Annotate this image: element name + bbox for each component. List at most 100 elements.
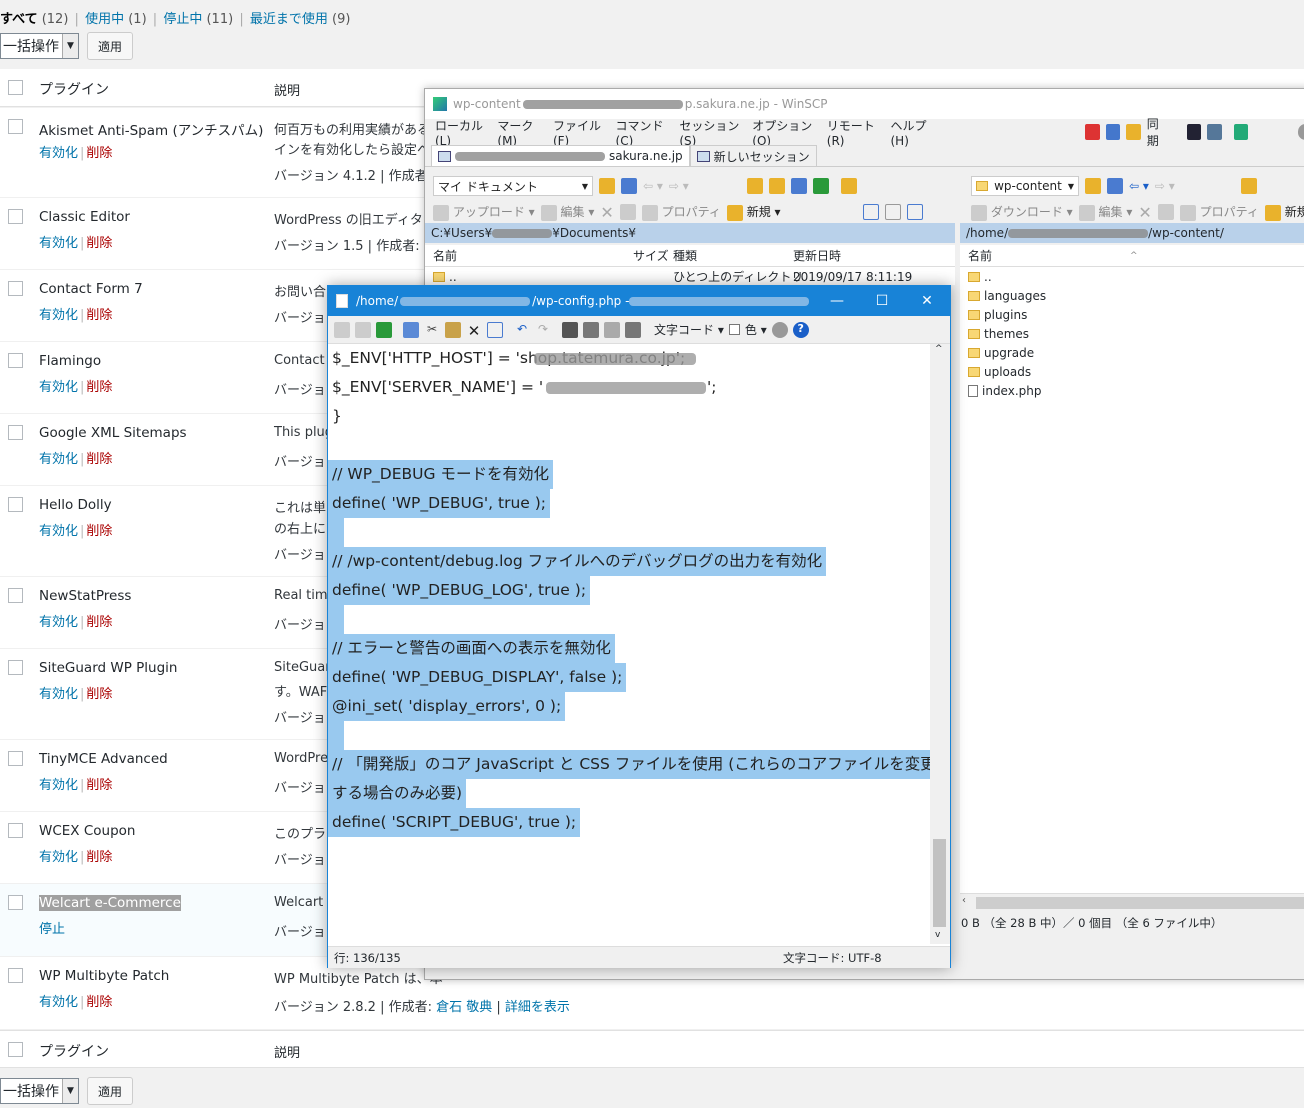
plugin-checkbox[interactable] <box>8 895 23 910</box>
remote-delete-icon[interactable]: ✕ <box>1138 203 1151 222</box>
putty-icon[interactable] <box>1207 124 1222 140</box>
filter-inactive[interactable]: 停止中 <box>163 12 202 27</box>
local-col-size[interactable]: サイズ <box>633 247 669 264</box>
column-plugin[interactable]: プラグイン <box>39 79 109 99</box>
plugin-checkbox[interactable] <box>8 209 23 224</box>
upload-button[interactable]: アップロード ▾ <box>433 203 535 221</box>
plugin-delete-link[interactable]: 削除 <box>86 308 112 323</box>
plugin-activate-link[interactable]: 有効化 <box>39 778 78 793</box>
plugin-checkbox[interactable] <box>8 425 23 440</box>
local-col-type[interactable]: 種類 <box>673 247 697 264</box>
remote-filter-icon[interactable] <box>1107 178 1123 194</box>
help-icon[interactable]: ? <box>792 321 809 338</box>
select-all-icon[interactable] <box>487 321 503 338</box>
plugin-checkbox[interactable] <box>8 353 23 368</box>
remote-open-folder-icon[interactable] <box>1085 178 1101 194</box>
terminal-icon[interactable] <box>1186 124 1202 140</box>
scroll-down-icon[interactable]: v <box>935 930 940 940</box>
reload-icon[interactable] <box>376 321 392 338</box>
menu-mark[interactable]: マーク(M) <box>497 117 543 148</box>
root-dir-icon[interactable] <box>768 178 785 194</box>
remote-rename-icon[interactable] <box>1157 204 1174 220</box>
tab-session[interactable]: sakura.ne.jp <box>431 145 690 166</box>
cut-icon[interactable]: ✂ <box>424 322 440 338</box>
plugin-checkbox[interactable] <box>8 497 23 512</box>
menu-command[interactable]: コマンド(C) <box>616 117 670 148</box>
find-next-icon[interactable] <box>604 321 620 338</box>
remote-file-row[interactable]: themes <box>960 324 1304 343</box>
plugin-delete-link[interactable]: 削除 <box>86 146 112 161</box>
remote-folder-combo[interactable]: wp-content ▼ <box>971 176 1079 196</box>
remote-new-button[interactable]: 新規 <box>1264 203 1304 221</box>
encoding-menu[interactable]: 文字コード ▾ <box>654 321 724 338</box>
goto-line-icon[interactable] <box>625 321 641 338</box>
plugin-activate-link[interactable]: 有効化 <box>39 236 78 251</box>
select-all-checkbox[interactable] <box>8 80 23 95</box>
plugin-activate-link[interactable]: 有効化 <box>39 146 78 161</box>
remote-file-row[interactable]: upgrade <box>960 343 1304 362</box>
plugin-delete-link[interactable]: 削除 <box>86 524 112 539</box>
save-icon[interactable] <box>334 321 350 338</box>
local-path-bar[interactable]: C:¥Users¥ ¥Documents¥ <box>425 223 955 243</box>
plugin-delete-link[interactable]: 削除 <box>86 995 112 1010</box>
plugin-activate-link[interactable]: 有効化 <box>39 308 78 323</box>
copy-icon[interactable] <box>403 321 419 338</box>
local-new-button[interactable]: 新規 ▾ <box>726 203 781 221</box>
plugin-checkbox[interactable] <box>8 823 23 838</box>
plugin-activate-link[interactable]: 有効化 <box>39 615 78 630</box>
local-properties-button[interactable]: プロパティ <box>641 203 721 221</box>
plugin-activate-link[interactable]: 有効化 <box>39 452 78 467</box>
filter-all[interactable]: すべて <box>0 12 38 27</box>
menu-help[interactable]: ヘルプ(H) <box>891 117 935 148</box>
plugin-activate-link[interactable]: 有効化 <box>39 524 78 539</box>
menu-local[interactable]: ローカル(L) <box>435 117 487 148</box>
apply-button-bottom[interactable]: 適用 <box>87 1077 133 1105</box>
color-checkbox[interactable] <box>728 324 740 335</box>
bulk-action-select[interactable]: 一括操作 ▼ <box>0 33 79 59</box>
refresh-icon[interactable] <box>812 178 829 194</box>
local-col-date[interactable]: 更新日時 <box>793 247 841 264</box>
sync-icon[interactable] <box>1126 124 1141 140</box>
plugin-checkbox[interactable] <box>8 588 23 603</box>
compare-icon[interactable] <box>1084 124 1100 140</box>
download-button[interactable]: ダウンロード ▾ <box>971 203 1073 221</box>
plugin-activate-link[interactable]: 有効化 <box>39 380 78 395</box>
gear-icon[interactable] <box>771 321 788 338</box>
remote-file-row[interactable]: index.php <box>960 381 1304 400</box>
local-col-name[interactable]: 名前 <box>433 247 457 264</box>
select-filter-icon[interactable] <box>906 204 923 220</box>
gear-icon[interactable] <box>1298 124 1304 140</box>
find-icon[interactable] <box>840 178 857 194</box>
scroll-up-icon[interactable]: ^ <box>935 344 943 354</box>
sync-button[interactable]: 同期 <box>1147 115 1169 149</box>
select-all-checkbox-bottom[interactable] <box>8 1042 23 1057</box>
remote-col-name[interactable]: 名前 <box>968 247 992 264</box>
plugin-activate-link[interactable]: 有効化 <box>39 687 78 702</box>
scroll-left-icon[interactable]: ‹ <box>962 895 966 906</box>
plugin-activate-link[interactable]: 有効化 <box>39 995 78 1010</box>
remote-path-bar[interactable]: /home/ /wp-content/ <box>960 223 1304 243</box>
menu-options[interactable]: オプション(O) <box>752 117 816 148</box>
apply-button[interactable]: 適用 <box>87 32 133 60</box>
plus-icon[interactable] <box>862 204 879 220</box>
remote-parent-dir-icon[interactable] <box>1240 178 1257 194</box>
plugin-checkbox[interactable] <box>8 660 23 675</box>
plugin-checkbox[interactable] <box>8 968 23 983</box>
maximize-icon[interactable]: ☐ <box>859 286 905 316</box>
redo-icon[interactable]: ↷ <box>535 322 551 338</box>
layout-icon[interactable] <box>1105 124 1121 140</box>
menu-session[interactable]: セッション(S) <box>679 117 742 148</box>
plugin-delete-link[interactable]: 削除 <box>86 452 112 467</box>
delete-icon[interactable]: ✕ <box>466 322 482 340</box>
local-folder-combo[interactable]: マイ ドキュメント ▼ <box>433 176 593 196</box>
parent-dir-icon[interactable] <box>746 178 763 194</box>
editor-vscroll[interactable]: ^ v <box>930 344 950 944</box>
bulk-action-select-bottom[interactable]: 一括操作 ▼ <box>0 1078 79 1104</box>
plugin-checkbox[interactable] <box>8 119 23 134</box>
open-folder-icon[interactable] <box>599 178 615 194</box>
plugin-delete-link[interactable]: 削除 <box>86 687 112 702</box>
remote-hscroll[interactable]: ‹ <box>960 893 1304 911</box>
back-arrow-icon[interactable]: ⇦ ▾ <box>643 179 663 193</box>
editor-text-area[interactable]: $_ENV['HTTP_HOST'] = 'shop.tatemura.co.j… <box>328 344 930 942</box>
filter-icon[interactable] <box>621 178 637 194</box>
